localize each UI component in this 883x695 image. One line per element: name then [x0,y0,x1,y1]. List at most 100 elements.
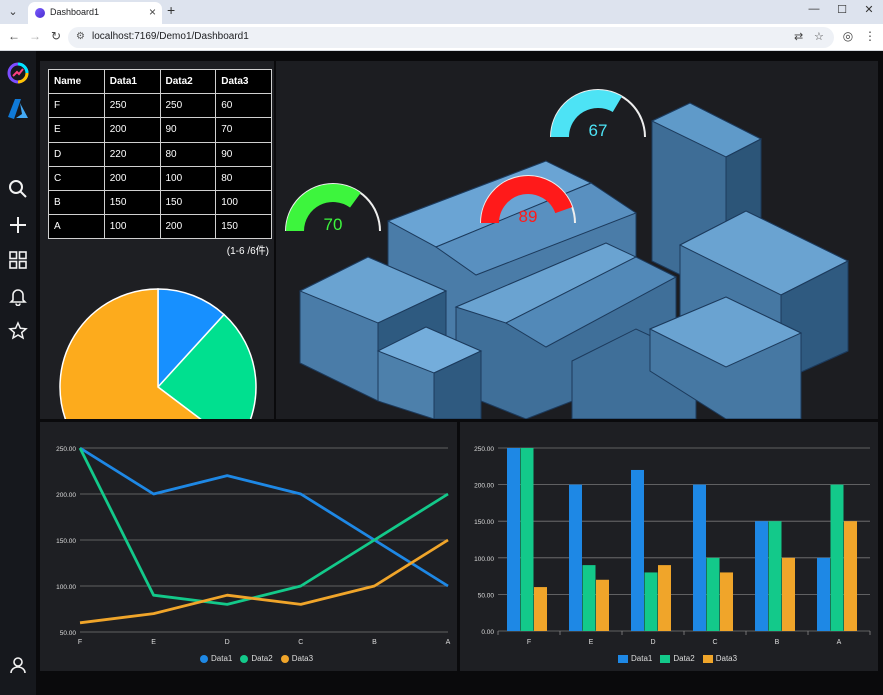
bell-icon[interactable] [6,286,30,310]
line-chart: 50.00 100.00 150.00 200.00 250.00 F E D C B A [56,446,451,646]
column-header[interactable]: Data2 [159,68,217,95]
plus-icon[interactable] [6,215,30,239]
legend-item[interactable]: Data1 [618,654,652,663]
table-cell: 150 [103,189,161,216]
column-header[interactable]: Data1 [103,68,161,95]
legend-swatch [660,654,671,663]
table-cell: 80 [159,141,217,167]
column-header[interactable]: Data3 [215,68,272,95]
table-cell: 200 [159,214,217,240]
bar-data1[interactable] [631,469,644,631]
star-icon[interactable] [6,321,30,345]
bar-data1[interactable] [817,557,830,631]
plus-icon[interactable]: + [167,2,175,18]
pie-chart [59,288,257,419]
translate-icon[interactable]: ⇄ [794,30,803,43]
legend-label: Data1 [631,654,653,663]
search-icon[interactable] [6,179,30,203]
series-line-data1[interactable] [79,446,449,588]
table-cell: 60 [215,93,272,119]
kebab-menu-icon[interactable]: ⋮ [862,29,878,43]
gauge-value: 89 [519,207,538,226]
bar-data1[interactable] [693,484,706,631]
legend-swatch [200,654,208,663]
bar-data1[interactable] [507,448,520,631]
bar-data3[interactable] [720,572,733,631]
url-input[interactable]: ⚙ localhost:7169/Demo1/Dashboard1 ⇄ ☆ [68,27,834,48]
x-tick-label: D [650,639,655,646]
grid-icon[interactable] [6,250,30,274]
bar-legend: Data1 Data2 Data3 [618,654,737,663]
table-row[interactable]: C 200 100 80 [48,165,272,191]
bar-data2[interactable] [830,484,844,631]
table-row[interactable]: A 100 200 150 [48,214,272,240]
bar-data1[interactable] [569,484,582,631]
bar-data3[interactable] [844,521,857,631]
y-tick-label: 250.00 [474,446,494,453]
app-sidebar [0,51,36,695]
table-cell: B [48,189,105,216]
y-tick-label: 200.00 [56,492,76,499]
close-icon[interactable]: × [149,5,156,19]
legend-item[interactable]: Data2 [660,654,695,663]
tune-icon[interactable]: ⚙ [76,31,85,42]
azure-logo-icon[interactable] [6,97,30,121]
bar-data1[interactable] [755,521,768,631]
legend-item[interactable]: Data3 [702,654,737,663]
x-tick-label: E [151,639,156,646]
bar-data2[interactable] [520,448,534,631]
browser-tab[interactable]: Dashboard1 × [28,2,162,24]
table-row[interactable]: F 250 250 60 [48,93,272,119]
arrow-right-icon[interactable]: → [27,29,43,43]
table-row[interactable]: D 220 80 90 [48,141,272,167]
x-tick-label: A [837,639,842,646]
legend-item[interactable]: Data3 [280,654,313,663]
user-icon[interactable] [6,655,30,679]
table-cell: 200 [103,165,161,191]
browser-window: ⌄ Dashboard1 × + — ☐ ✕ ← → ↻ ⚙ localhost… [0,0,883,695]
bar-data3[interactable] [658,565,671,631]
bar-data2[interactable] [644,572,658,631]
series-line-data2[interactable] [78,447,449,606]
gauge-70: 70 [285,183,381,234]
legend-swatch [240,654,249,663]
data-table-panel: Name Data1 Data2 Data3 F 250 250 60 E 200 90 7… [40,61,274,261]
table-cell: E [48,117,105,143]
url-text: localhost:7169/Demo1/Dashboard1 [92,31,249,42]
y-tick-label: 100.00 [474,556,494,563]
legend-label: Data2 [251,654,273,663]
app-logo-icon[interactable] [6,61,30,85]
table-cell: 100 [159,165,217,191]
bar-data2[interactable] [768,521,782,631]
favicon-icon [35,8,45,18]
bar-data2[interactable] [706,557,720,631]
star-icon[interactable]: ☆ [814,30,824,43]
minimize-icon[interactable]: — [801,3,827,15]
table-cell: 70 [215,117,272,143]
chevron-down-icon[interactable]: ⌄ [4,3,22,21]
profile-icon[interactable]: ◎ [840,29,856,43]
close-window-icon[interactable]: ✕ [856,3,882,16]
bar-data3[interactable] [782,557,795,631]
arrow-left-icon[interactable]: ← [6,29,22,43]
y-tick-label: 200.00 [474,483,494,490]
pie-chart-panel [40,261,274,419]
column-header[interactable]: Name [48,68,105,95]
table-row[interactable]: E 200 90 70 [48,117,272,143]
table-row[interactable]: B 150 150 100 [48,189,272,216]
bar-data3[interactable] [534,587,547,631]
bar-data3[interactable] [596,579,609,631]
reload-icon[interactable]: ↻ [48,29,64,43]
building-3d-view[interactable]: 70 89 67 [276,61,878,419]
buildings-3d-model [298,102,850,419]
table-cell: C [48,165,105,191]
bar-data2[interactable] [582,565,596,631]
table-cell: 250 [103,93,161,119]
table-cell: 80 [215,165,272,191]
building-3d-panel: 70 89 67 [276,61,878,419]
legend-label: Data1 [211,654,233,663]
legend-item[interactable]: Data1 [200,654,232,663]
legend-item[interactable]: Data2 [240,654,273,663]
maximize-icon[interactable]: ☐ [829,3,855,16]
table-cell: D [48,141,105,167]
